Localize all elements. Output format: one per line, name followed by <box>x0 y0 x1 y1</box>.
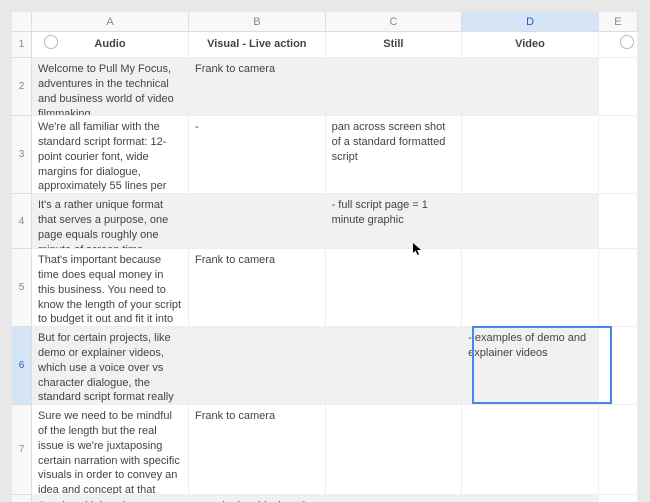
cell-A3[interactable]: We're all familiar with the standard scr… <box>32 116 189 193</box>
cell-B6[interactable] <box>189 327 326 404</box>
cell-B2[interactable]: Frank to camera <box>189 58 326 115</box>
cell-D8[interactable] <box>462 495 599 502</box>
cell-D7[interactable] <box>462 405 599 494</box>
row-headers: 12345678 <box>12 32 32 502</box>
presence-indicator-right <box>620 35 634 49</box>
grid-area[interactable]: AudioVisual - Live actionStillVideoWelco… <box>32 32 638 502</box>
cell-A8[interactable]: A script with just the <box>32 495 189 502</box>
cell-B7[interactable]: Frank to camera <box>189 405 326 494</box>
row-header-3[interactable]: 3 <box>12 116 31 194</box>
cell-B4[interactable] <box>189 194 326 248</box>
cell-C8[interactable] <box>326 495 463 502</box>
column-header-B[interactable]: B <box>189 12 326 31</box>
cell-D5[interactable] <box>462 249 599 326</box>
column-header-D[interactable]: D <box>462 12 599 31</box>
header-cell-C[interactable]: Still <box>326 32 463 57</box>
row-header-6[interactable]: 6 <box>12 327 31 405</box>
row-header-7[interactable]: 7 <box>12 405 31 495</box>
column-headers: ABCDE <box>32 12 638 32</box>
cell-E4[interactable] <box>599 194 638 248</box>
column-header-C[interactable]: C <box>326 12 463 31</box>
column-header-A[interactable]: A <box>32 12 189 31</box>
spreadsheet-viewport: ABCDE 12345678 AudioVisual - Live action… <box>12 12 638 502</box>
row-header-2[interactable]: 2 <box>12 58 31 116</box>
select-all-corner[interactable] <box>12 12 32 32</box>
cell-A4[interactable]: It's a rather unique format that serves … <box>32 194 189 248</box>
row-header-5[interactable]: 5 <box>12 249 31 327</box>
cell-E8[interactable] <box>599 495 638 502</box>
cell-E5[interactable] <box>599 249 638 326</box>
cell-B3[interactable]: - <box>189 116 326 193</box>
cell-A6[interactable]: But for certain projects, like demo or e… <box>32 327 189 404</box>
cell-A7[interactable]: Sure we need to be mindful of the length… <box>32 405 189 494</box>
cell-B5[interactable]: Frank to camera <box>189 249 326 326</box>
cell-C4[interactable]: - full script page = 1 minute graphic <box>326 194 463 248</box>
cell-C2[interactable] <box>326 58 463 115</box>
cell-E7[interactable] <box>599 405 638 494</box>
presence-indicator-left <box>44 35 58 49</box>
column-header-E[interactable]: E <box>599 12 638 31</box>
cell-D2[interactable] <box>462 58 599 115</box>
cell-C7[interactable] <box>326 405 463 494</box>
row-header-4[interactable]: 4 <box>12 194 31 249</box>
cell-E2[interactable] <box>599 58 638 115</box>
cell-C3[interactable]: pan across screen shot of a standard for… <box>326 116 463 193</box>
cell-D6[interactable]: - examples of demo and explainer videos <box>462 327 599 404</box>
cell-A2[interactable]: Welcome to Pull My Focus, adventures in … <box>32 58 189 115</box>
cell-C6[interactable] <box>326 327 463 404</box>
cell-C5[interactable] <box>326 249 463 326</box>
header-cell-D[interactable]: Video <box>462 32 599 57</box>
cell-A5[interactable]: That's important because time does equal… <box>32 249 189 326</box>
cell-E3[interactable] <box>599 116 638 193</box>
cell-E6[interactable] <box>599 327 638 404</box>
header-cell-B[interactable]: Visual - Live action <box>189 32 326 57</box>
row-header-8[interactable]: 8 <box>12 495 31 502</box>
cell-D4[interactable] <box>462 194 599 248</box>
cell-B8[interactable]: - maybe just black or the text <box>189 495 326 502</box>
cell-D3[interactable] <box>462 116 599 193</box>
row-header-1[interactable]: 1 <box>12 32 31 58</box>
